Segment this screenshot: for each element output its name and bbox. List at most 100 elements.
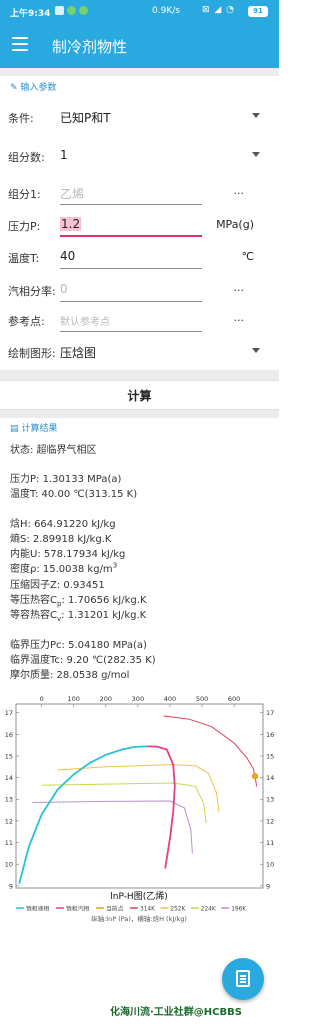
result-cv: 等容热容Cv: 1.31201 kJ/kg.K <box>10 606 146 623</box>
x-tick-label: 300 <box>132 695 144 703</box>
component1-placeholder[interactable]: 乙烯 <box>60 185 84 202</box>
dropdown-arrow-icon[interactable] <box>252 113 260 118</box>
app-bar: 制冷剂物性 <box>0 24 279 68</box>
y-tick-label: 13 <box>5 796 13 804</box>
result-internal-energy: 内能U: 578.17934 kJ/kg <box>10 549 126 560</box>
series-line-饱和液相 <box>18 745 148 884</box>
plot-type-label: 绘制图形: <box>8 347 56 360</box>
y-tick-label-right: 14 <box>266 774 274 782</box>
app-notification-icon <box>67 6 76 15</box>
pressure-unit: MPa(g) <box>216 218 254 231</box>
results-section-header: ▤ 计算结果 <box>10 421 58 434</box>
y-tick-label: 9 <box>9 882 13 890</box>
vapor-fraction-label: 汽相分率: <box>8 285 56 298</box>
reference-point-placeholder[interactable]: 默认参考点 <box>60 313 110 328</box>
condition-label: 条件: <box>8 112 34 125</box>
component1-picker-button[interactable]: ... <box>234 184 245 197</box>
status-time: 上午9:34 <box>10 9 51 19</box>
pressure-field[interactable]: 压力P: 1.2 MPa(g) <box>8 211 274 237</box>
vapor-fraction-field[interactable]: 汽相分率: 0 ... <box>8 276 274 302</box>
input-section-title: 输入参数 <box>20 83 57 93</box>
x-tick-label: 0 <box>40 695 44 703</box>
divider <box>0 410 279 418</box>
signal-wifi-icons: ⊠ ◢ ◔ <box>202 5 236 15</box>
reference-point-picker-button[interactable]: ... <box>234 311 245 324</box>
vapor-fraction-picker-button[interactable]: ... <box>234 281 245 294</box>
result-entropy: 熵S: 2.89918 kJ/kg.K <box>10 534 112 545</box>
app-notification-icon-2 <box>79 6 88 15</box>
component1-field[interactable]: 组分1: 乙烯 ... <box>8 179 274 205</box>
dropdown-arrow-icon[interactable] <box>252 152 260 157</box>
condition-select[interactable]: 条件: 已知P和T <box>8 103 274 129</box>
condition-value: 已知P和T <box>60 111 111 125</box>
pressure-underline <box>60 235 202 237</box>
y-tick-label: 16 <box>5 731 13 739</box>
x-tick-label: 100 <box>68 695 80 703</box>
status-bar: 上午9:34 0.9K/s ⊠ ◢ ◔ 91 <box>0 0 279 24</box>
result-enthalpy: 焓H: 664.91220 kJ/kg <box>10 519 116 530</box>
result-pressure: 压力P: 1.30133 MPa(a) <box>10 474 122 485</box>
temperature-underline <box>60 268 202 269</box>
component1-label: 组分1: <box>8 188 41 201</box>
reference-point-underline <box>60 331 202 332</box>
chart-subtitle: 纵轴:lnP (Pa)，横轴:焓H (kJ/kg) <box>91 914 187 923</box>
y-tick-label-right: 17 <box>266 709 274 717</box>
result-critical-pressure: 临界压力Pc: 5.04180 MPa(a) <box>10 640 147 651</box>
divider <box>0 370 279 380</box>
result-state: 状态: 超临界气相区 <box>10 445 97 456</box>
result-critical-temperature: 临界温度Tc: 9.20 ℃(282.35 K) <box>10 655 156 666</box>
legend-label: 252K <box>170 907 185 913</box>
series-line-252K <box>57 764 220 813</box>
calculate-button[interactable]: 计算 <box>0 380 279 410</box>
legend-label: 当前点 <box>106 905 124 913</box>
temperature-field[interactable]: 温度T: 40 ℃ <box>8 243 274 269</box>
y-tick-label-right: 16 <box>266 731 274 739</box>
legend-label: 饱和汽相 <box>66 905 89 913</box>
density-exponent: 3 <box>112 561 118 570</box>
series-line-224K <box>41 782 207 824</box>
result-density: 密度ρ: 15.0038 kg/m3 <box>10 560 117 575</box>
y-tick-label-right: 12 <box>266 817 274 825</box>
y-tick-label-right: 15 <box>266 752 274 760</box>
density-text: 密度ρ: 15.0038 kg/m <box>10 564 113 575</box>
vapor-fraction-placeholder[interactable]: 0 <box>60 282 68 296</box>
series-line-314K <box>163 715 258 787</box>
temperature-label: 温度T: <box>8 252 40 265</box>
current-point-marker <box>251 772 259 780</box>
x-tick-label: 500 <box>196 695 208 703</box>
temperature-input[interactable]: 40 <box>60 249 75 263</box>
battery-icon: 91 <box>248 6 268 17</box>
result-temperature: 温度T: 40.00 ℃(313.15 K) <box>10 489 138 500</box>
y-tick-label-right: 11 <box>266 839 274 847</box>
temperature-unit: ℃ <box>241 250 254 263</box>
reference-point-field[interactable]: 参考点: 默认参考点 ... <box>8 306 274 332</box>
cp-value: : 1.70656 kJ/kg.K <box>61 595 147 606</box>
y-tick-label: 11 <box>5 839 13 847</box>
document-icon <box>236 970 250 987</box>
legend-label: 饱和液相 <box>26 905 49 913</box>
y-tick-label: 14 <box>5 774 13 782</box>
legend-label: 314K <box>140 907 155 913</box>
result-molar-mass: 摩尔质量: 28.0538 g/mol <box>10 670 130 681</box>
cv-value: : 1.31201 kJ/kg.K <box>61 610 147 621</box>
cv-label: 等容热容C <box>10 610 57 621</box>
notification-icon <box>55 6 64 15</box>
lnp-h-chart: 0 100 200 300 400 500 600 17 17 16 16 15 15 14 14 13 13 1… <box>5 695 275 923</box>
pencil-icon: ✎ <box>10 83 18 93</box>
report-fab-button[interactable] <box>222 958 264 1000</box>
dropdown-arrow-icon[interactable] <box>252 348 260 353</box>
document-icon: ▤ <box>10 424 19 434</box>
pressure-input[interactable]: 1.2 <box>60 217 82 231</box>
chart-title: lnP-H图(乙烯) <box>110 890 167 902</box>
x-tick-label: 400 <box>164 695 176 703</box>
pressure-value: 1.2 <box>60 217 82 231</box>
legend-label: 196K <box>231 907 246 913</box>
component-count-select[interactable]: 组分数: 1 <box>8 142 274 168</box>
menu-icon[interactable] <box>12 37 28 51</box>
x-tick-label: 200 <box>100 695 112 703</box>
plot-type-select[interactable]: 绘制图形: 压焓图 <box>8 338 274 364</box>
app-title: 制冷剂物性 <box>52 38 128 56</box>
y-tick-label-right: 13 <box>266 796 274 804</box>
result-compressibility: 压缩因子Z: 0.93451 <box>10 580 105 591</box>
cp-label: 等压热容C <box>10 595 57 606</box>
